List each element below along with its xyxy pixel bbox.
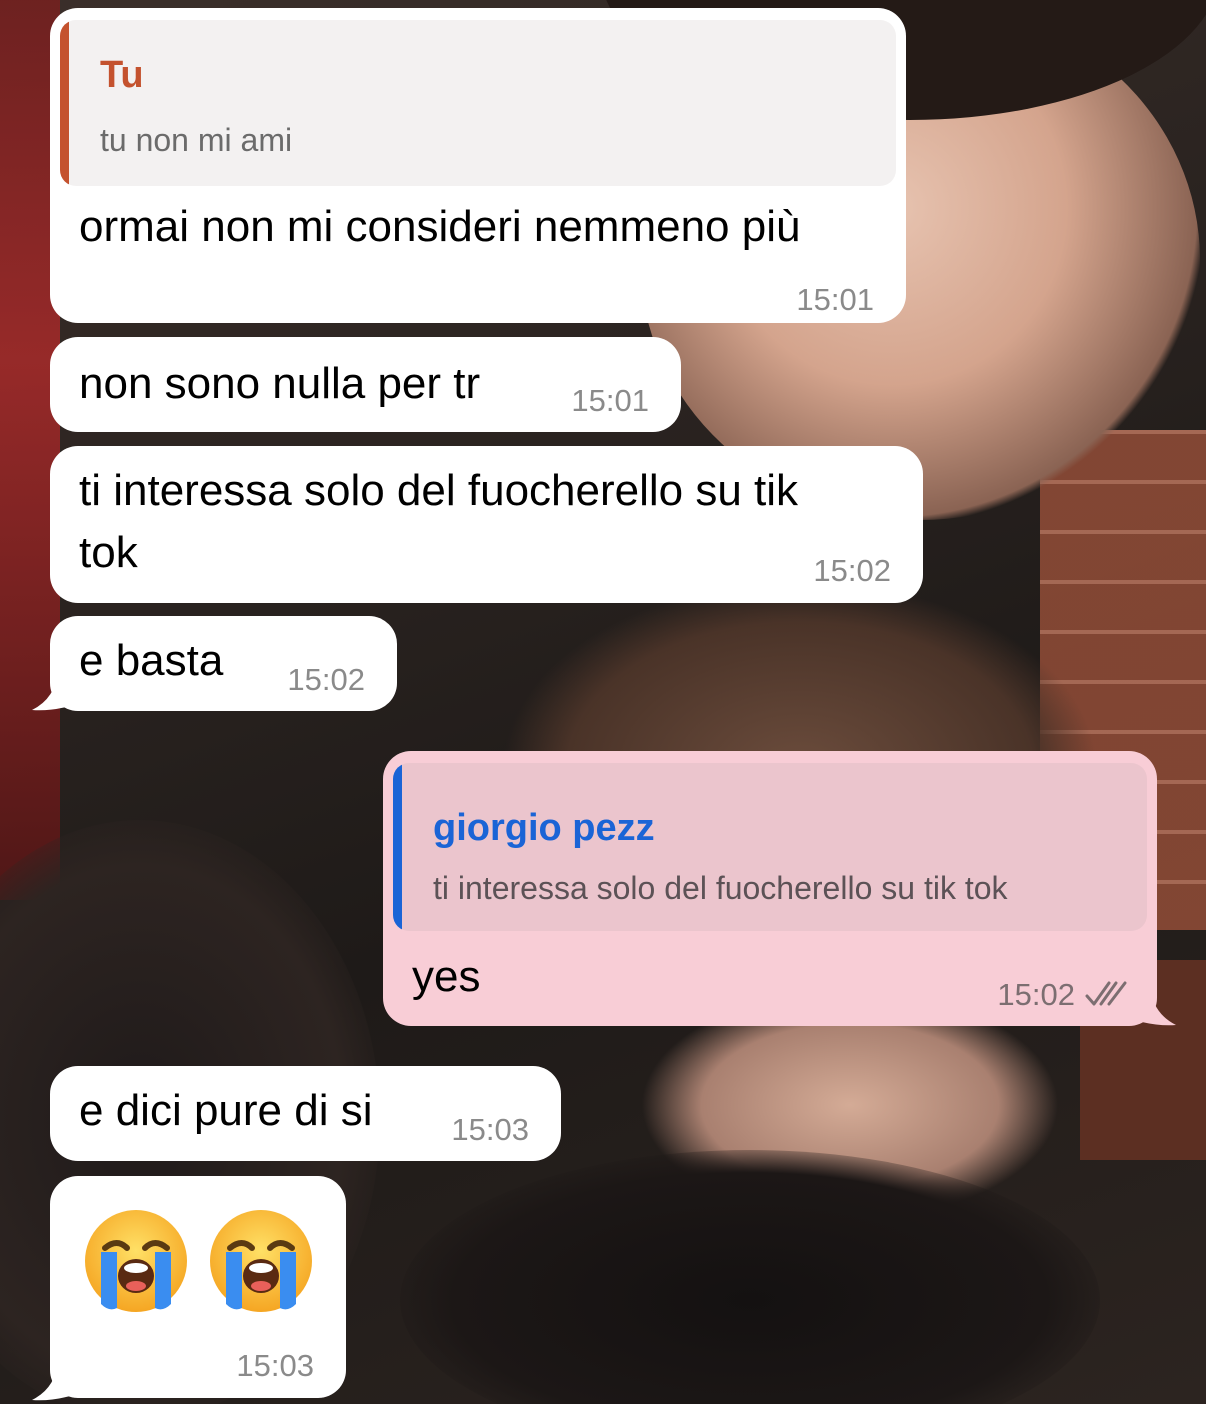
message-text: yes	[412, 952, 481, 1001]
message-timestamp: 15:03	[451, 1112, 529, 1147]
message-timestamp: 15:01	[571, 383, 649, 418]
loudly-crying-face-icon	[210, 1210, 312, 1312]
message-text: ormai non mi consideri nemmeno più	[79, 202, 801, 251]
incoming-message-bubble[interactable]: e dici pure di si 15:03	[50, 1066, 561, 1161]
message-timestamp: 15:03	[236, 1348, 314, 1383]
message-text: e basta	[79, 636, 224, 685]
double-check-read-icon	[1085, 981, 1127, 1006]
quoted-reply[interactable]: giorgio pezz ti interessa solo del fuoch…	[393, 763, 1147, 931]
loudly-crying-face-icon	[85, 1210, 187, 1312]
incoming-message-bubble[interactable]: Tu tu non mi ami ormai non mi consideri …	[50, 8, 906, 323]
quote-text: ti interessa solo del fuocherello su tik…	[433, 870, 1008, 906]
message-timestamp: 15:02	[997, 977, 1075, 1012]
quoted-reply[interactable]: Tu tu non mi ami	[60, 20, 896, 186]
message-timestamp: 15:02	[813, 553, 891, 588]
incoming-message-bubble[interactable]: ti interessa solo del fuocherello su tik…	[50, 446, 923, 603]
quote-accent-bar	[393, 763, 402, 931]
incoming-message-bubble[interactable]: non sono nulla per tr 15:01	[50, 337, 681, 432]
message-timestamp: 15:02	[287, 662, 365, 697]
outgoing-message-bubble[interactable]: giorgio pezz ti interessa solo del fuoch…	[383, 751, 1157, 1026]
message-text-line-2: tok	[79, 528, 138, 577]
message-timestamp: 15:01	[796, 282, 874, 317]
message-text: non sono nulla per tr	[79, 359, 481, 408]
message-text: e dici pure di si	[79, 1086, 373, 1135]
quote-author: Tu	[100, 54, 144, 96]
quote-accent-bar	[60, 20, 69, 186]
message-text-line-1: ti interessa solo del fuocherello su tik	[79, 466, 799, 515]
quote-text: tu non mi ami	[100, 122, 293, 158]
quote-author: giorgio pezz	[433, 807, 655, 849]
incoming-message-bubble[interactable]: e basta 15:02	[50, 616, 397, 711]
incoming-message-bubble[interactable]: 15:03	[50, 1176, 346, 1398]
